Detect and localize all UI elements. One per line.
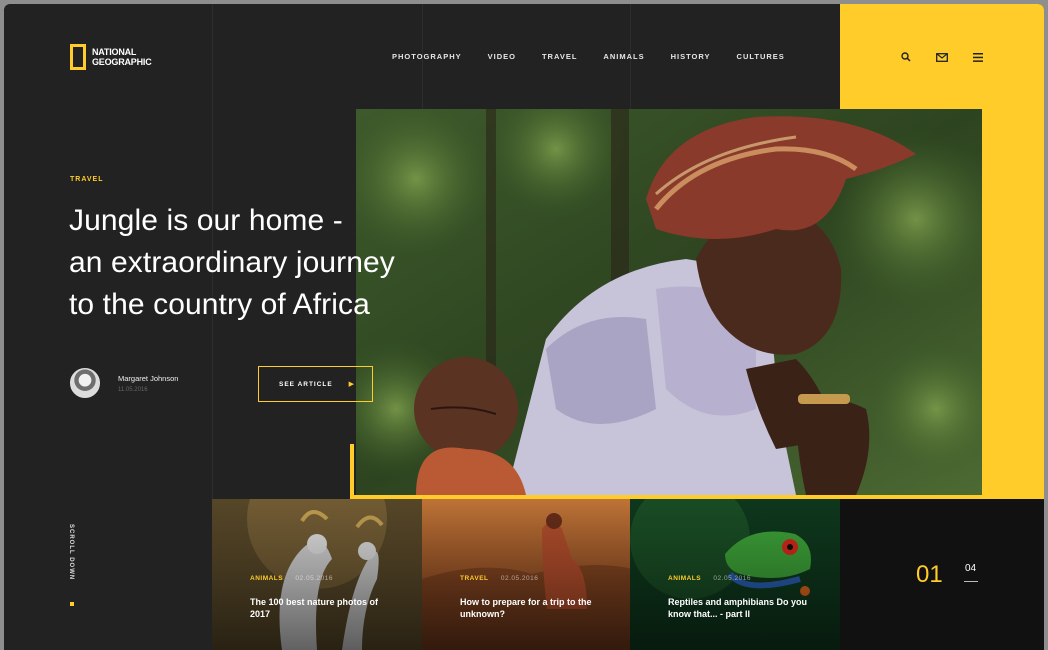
card-meta: ANIMALS 02.05.2016 (668, 575, 751, 582)
scroll-down-indicator[interactable]: SCROLL DOWN (62, 524, 86, 606)
headline-line-2: an extraordinary journey (69, 246, 395, 279)
nav-video[interactable]: VIDEO (488, 52, 516, 61)
slide-current: 01 (916, 561, 943, 588)
author-date: 11.05.2016 (118, 386, 148, 393)
brand-logo[interactable]: NATIONAL GEOGRAPHIC (70, 44, 152, 70)
card-date: 02.05.2016 (713, 575, 751, 582)
menu-icon[interactable] (970, 50, 986, 64)
scroll-down-label: SCROLL DOWN (68, 524, 74, 581)
card-meta: TRAVEL 02.05.2016 (460, 575, 538, 582)
nav-history[interactable]: HISTORY (671, 52, 711, 61)
see-article-button[interactable]: SEE ARTICLE ▶ (258, 366, 373, 402)
page: NATIONAL GEOGRAPHIC PHOTOGRAPHY VIDEO TR… (4, 4, 1044, 650)
logo-line-2: GEOGRAPHIC (92, 57, 152, 67)
author-block: Margaret Johnson 11.05.2016 (70, 368, 178, 398)
card-title[interactable]: The 100 best nature photos of 2017 (250, 596, 400, 620)
headline-line-1: Jungle is our home - (69, 204, 343, 237)
nav-cultures[interactable]: CULTURES (737, 52, 785, 61)
card-category[interactable]: ANIMALS (250, 575, 283, 582)
article-card-3[interactable]: ANIMALS 02.05.2016 Reptiles and amphibia… (630, 499, 840, 650)
logo-wordmark: NATIONAL GEOGRAPHIC (92, 47, 152, 67)
card-date: 02.05.2016 (500, 575, 539, 582)
card-title[interactable]: How to prepare for a trip to the unknown… (460, 596, 610, 620)
slide-counter: 01 04 (840, 499, 1044, 650)
nav-animals[interactable]: ANIMALS (603, 52, 644, 61)
mail-icon[interactable] (934, 50, 950, 64)
avatar[interactable] (70, 368, 100, 398)
author-meta: Margaret Johnson 11.05.2016 (118, 374, 178, 393)
counter-underline (964, 581, 978, 582)
article-card-2[interactable]: TRAVEL 02.05.2016 How to prepare for a t… (422, 499, 632, 650)
see-article-label: SEE ARTICLE (279, 380, 333, 388)
logo-frame-icon (70, 44, 86, 70)
hero-category[interactable]: TRAVEL (70, 176, 103, 183)
card-category[interactable]: ANIMALS (668, 575, 701, 582)
nav-photography[interactable]: PHOTOGRAPHY (392, 52, 462, 61)
browser-frame: NATIONAL GEOGRAPHIC PHOTOGRAPHY VIDEO TR… (0, 0, 1048, 650)
card-title[interactable]: Reptiles and amphibians Do you know that… (668, 596, 818, 620)
author-name[interactable]: Margaret Johnson (118, 374, 178, 383)
hero-accent-vertical (350, 444, 354, 499)
scroll-dot (70, 602, 74, 606)
card-category[interactable]: TRAVEL (460, 575, 489, 582)
header-icons (898, 50, 986, 64)
search-icon[interactable] (898, 50, 914, 64)
logo-line-1: NATIONAL (92, 47, 137, 57)
main-nav: PHOTOGRAPHY VIDEO TRAVEL ANIMALS HISTORY… (392, 52, 811, 61)
card-meta: ANIMALS 02.05.2016 (250, 575, 333, 582)
play-arrow-icon: ▶ (348, 381, 354, 388)
headline-line-3: to the country of Africa (69, 288, 370, 321)
hero-headline[interactable]: Jungle is our home - an extraordinary jo… (69, 200, 499, 326)
slide-total: 04 (965, 563, 977, 574)
card-date: 02.05.2016 (295, 575, 333, 582)
article-card-1[interactable]: ANIMALS 02.05.2016 The 100 best nature p… (212, 499, 422, 650)
nav-travel[interactable]: TRAVEL (542, 52, 577, 61)
